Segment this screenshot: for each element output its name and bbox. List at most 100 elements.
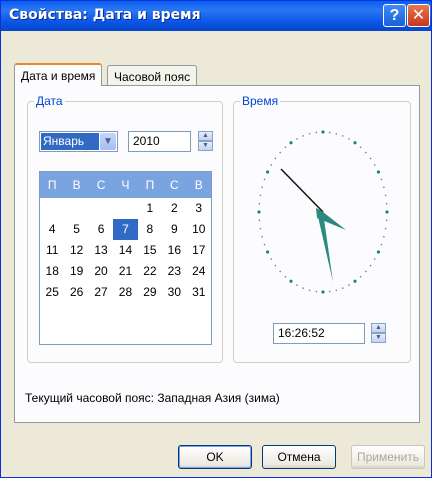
- minute-mark: [385, 202, 388, 205]
- hour-mark: [257, 210, 261, 214]
- calendar-day[interactable]: 15: [138, 240, 162, 261]
- calendar-day[interactable]: 24: [187, 261, 211, 282]
- minute-mark: [270, 164, 273, 166]
- calendar-day[interactable]: 6: [89, 219, 113, 240]
- weekday-label: С: [169, 178, 179, 192]
- calendar-day[interactable]: 5: [64, 219, 88, 240]
- calendar-empty-cell: [113, 198, 137, 219]
- calendar-day[interactable]: 2: [162, 198, 186, 219]
- month-value: Январь: [41, 133, 99, 150]
- calendar-day[interactable]: 27: [89, 282, 113, 303]
- analog-clock: [257, 130, 389, 294]
- weekday-label: В: [72, 178, 81, 192]
- minute-mark: [270, 258, 273, 260]
- minute-mark: [348, 138, 350, 140]
- calendar[interactable]: П В С Ч П С В 1 2 3 4 5 6 7 8 9 10 11 12 13 14 15 16 17 1…: [39, 171, 212, 345]
- minute-mark: [365, 270, 367, 273]
- calendar-day[interactable]: 3: [187, 198, 211, 219]
- calendar-day[interactable]: 25: [40, 282, 64, 303]
- year-field[interactable]: 2010: [128, 131, 191, 152]
- calendar-day[interactable]: 1: [138, 198, 162, 219]
- calendar-day[interactable]: 8: [138, 219, 162, 240]
- minute-mark: [384, 194, 387, 197]
- help-icon[interactable]: ?: [383, 4, 406, 27]
- calendar-day[interactable]: 28: [113, 282, 137, 303]
- hour-mark: [385, 210, 389, 214]
- minute-mark: [284, 275, 287, 278]
- calendar-day[interactable]: 9: [162, 219, 186, 240]
- calendar-day[interactable]: 10: [187, 219, 211, 240]
- cancel-button[interactable]: Отмена: [262, 445, 336, 469]
- minute-mark: [279, 270, 281, 273]
- close-icon[interactable]: ✕: [407, 4, 430, 27]
- minute-mark: [380, 178, 383, 181]
- tab-date-time[interactable]: Дата и время: [14, 63, 103, 86]
- minute-mark: [383, 186, 385, 189]
- minute-mark: [259, 194, 262, 197]
- spin-up-icon[interactable]: ▲: [371, 323, 386, 333]
- tab-time-zone[interactable]: Часовой пояс: [107, 65, 198, 87]
- hour-mark: [321, 290, 325, 294]
- calendar-day[interactable]: 30: [162, 282, 186, 303]
- spin-down-icon[interactable]: ▼: [371, 333, 386, 343]
- minute-mark: [348, 284, 350, 286]
- minute-mark: [308, 289, 311, 292]
- second-hand: [280, 168, 324, 213]
- hour-mark: [289, 141, 293, 145]
- minute-mark: [302, 135, 305, 137]
- hour-mark: [376, 250, 381, 254]
- calendar-day[interactable]: 22: [138, 261, 162, 282]
- weekday-label: В: [194, 178, 203, 192]
- window: Свойства: Дата и время ? ✕ Дата и время …: [0, 0, 432, 478]
- calendar-day[interactable]: 4: [40, 219, 64, 240]
- weekday-label: С: [96, 178, 106, 192]
- calendar-day[interactable]: 18: [40, 261, 64, 282]
- calendar-day[interactable]: 31: [187, 282, 211, 303]
- weekday-label: П: [145, 178, 155, 192]
- minute-mark: [373, 164, 376, 166]
- current-timezone-text: Текущий часовой пояс: Западная Азия (зим…: [25, 391, 280, 405]
- chevron-down-icon[interactable]: ▼: [100, 133, 116, 150]
- ok-button[interactable]: OK: [178, 445, 252, 469]
- calendar-day[interactable]: 29: [138, 282, 162, 303]
- calendar-day[interactable]: 17: [187, 240, 211, 261]
- hour-mark: [353, 279, 357, 283]
- minute-mark: [274, 157, 277, 160]
- minute-mark: [341, 135, 344, 137]
- calendar-day[interactable]: 14: [113, 240, 137, 261]
- hour-mark: [353, 141, 357, 145]
- calendar-day[interactable]: 12: [64, 240, 88, 261]
- minute-mark: [284, 146, 287, 149]
- minute-mark: [274, 264, 277, 267]
- minute-mark: [359, 146, 362, 149]
- minute-mark: [315, 131, 318, 134]
- minute-mark: [384, 227, 387, 230]
- calendar-week: 25 26 27 28 29 30 31: [40, 282, 211, 303]
- time-spinner[interactable]: ▲ ▼: [371, 323, 386, 344]
- calendar-day[interactable]: 23: [162, 261, 186, 282]
- calendar-day[interactable]: 19: [64, 261, 88, 282]
- date-group-label: Дата: [34, 94, 65, 108]
- calendar-empty-cell: [64, 198, 88, 219]
- spin-down-icon[interactable]: ▼: [198, 141, 213, 151]
- minute-mark: [335, 132, 338, 135]
- minute-mark: [296, 138, 298, 140]
- minute-mark: [308, 132, 311, 135]
- hour-mark: [289, 279, 293, 283]
- calendar-day[interactable]: 16: [162, 240, 186, 261]
- month-select[interactable]: Январь ▼: [39, 131, 118, 152]
- calendar-day[interactable]: 11: [40, 240, 64, 261]
- apply-button[interactable]: Применить: [351, 445, 425, 469]
- calendar-day[interactable]: 20: [89, 261, 113, 282]
- calendar-day[interactable]: 7: [113, 219, 138, 240]
- minute-mark: [259, 227, 262, 230]
- time-group-label: Время: [240, 94, 281, 108]
- calendar-day[interactable]: 21: [113, 261, 137, 282]
- calendar-day[interactable]: 26: [64, 282, 88, 303]
- time-field[interactable]: 16:26:52: [273, 323, 365, 344]
- calendar-header: П В С Ч П С В: [40, 172, 211, 198]
- year-spinner[interactable]: ▲ ▼: [198, 131, 213, 152]
- title-bar[interactable]: Свойства: Дата и время ? ✕: [1, 1, 431, 31]
- calendar-day[interactable]: 13: [89, 240, 113, 261]
- spin-up-icon[interactable]: ▲: [198, 131, 213, 141]
